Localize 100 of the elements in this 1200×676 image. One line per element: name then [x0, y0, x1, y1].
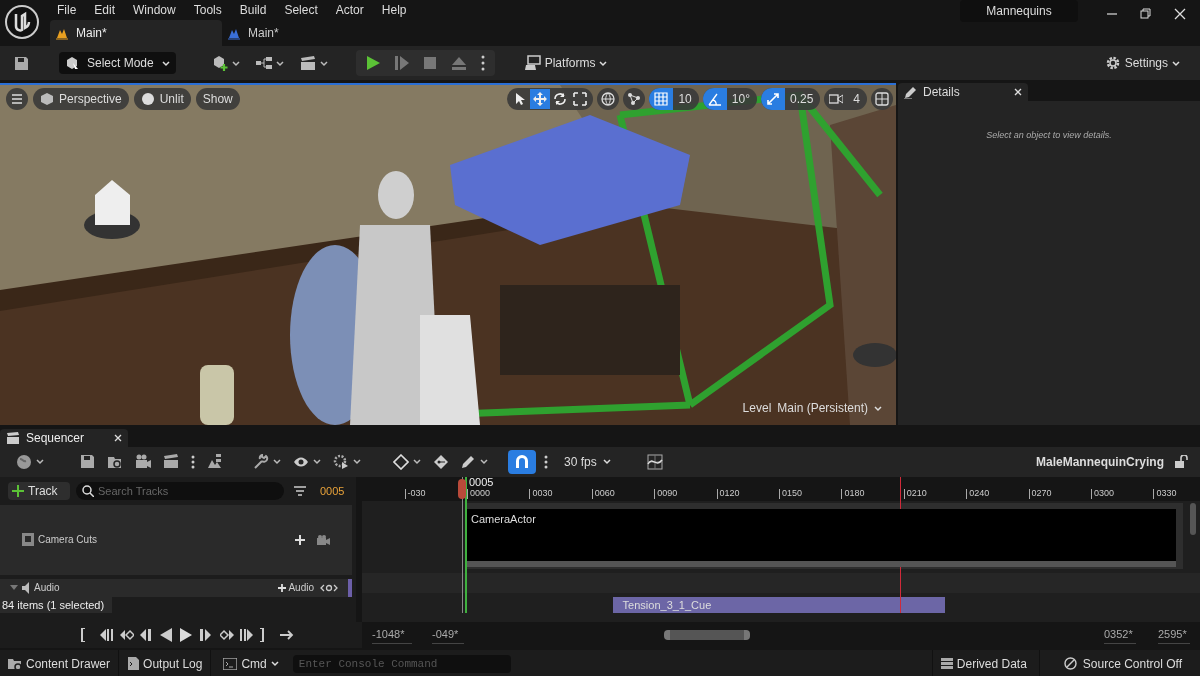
snap-toggle[interactable]: 10 [649, 88, 699, 110]
horizontal-scrollbar[interactable] [664, 630, 750, 640]
step-forward-icon[interactable] [200, 628, 214, 642]
angle-icon [707, 92, 722, 106]
menu-item[interactable]: Actor [335, 1, 364, 19]
viewport-option-button[interactable]: Unlit [133, 88, 191, 110]
pencil-icon [904, 85, 917, 99]
content-drawer-button[interactable]: Content Drawer [0, 650, 120, 676]
snap-toggle[interactable]: 10° [702, 88, 757, 110]
range-field[interactable]: -049* [432, 626, 464, 644]
menu-item[interactable]: Tools [193, 1, 222, 19]
scale-icon [573, 92, 588, 106]
close-icon[interactable] [1174, 8, 1186, 20]
derived-data-button[interactable]: Derived Data [931, 650, 1040, 676]
empty-message: Select an object to view details. [986, 129, 1112, 141]
gear-play-icon [333, 453, 349, 470]
scrollbar-thumb[interactable] [1190, 502, 1196, 535]
play-icon[interactable] [180, 628, 194, 642]
viewport-option-button[interactable]: Perspective [33, 88, 129, 110]
settings-dropdown[interactable]: Settings [1100, 51, 1184, 75]
caret-icon [273, 458, 281, 466]
clapperboard-icon [6, 431, 20, 445]
scale-arrow-icon [765, 92, 780, 106]
ruler-label: 0330 [1156, 486, 1177, 499]
editor-tab[interactable]: Main* [222, 20, 394, 46]
add-audio-button[interactable]: Audio [278, 580, 314, 596]
hierarchy-icon [207, 454, 222, 470]
unlocked-icon[interactable] [1174, 454, 1188, 469]
camera-cut-section[interactable]: CameraActor [467, 508, 1177, 567]
plus-icon[interactable] [295, 534, 305, 545]
menu-item[interactable]: Build [239, 1, 267, 19]
menu-item[interactable]: Window [133, 1, 176, 19]
menu-item[interactable]: Help [381, 1, 407, 19]
playhead-handle[interactable] [458, 478, 466, 499]
select-mode-dropdown[interactable]: Select Mode [59, 52, 176, 74]
ruler-label: 0030 [532, 486, 553, 499]
track-row[interactable]: Audio Audio [0, 578, 352, 597]
clapperboard-icon [163, 454, 179, 470]
console-input[interactable]: Enter Console Command [292, 654, 511, 673]
filter-icon[interactable] [294, 485, 306, 496]
output-log-button[interactable]: Output Log [119, 650, 212, 676]
step-back-icon[interactable] [140, 628, 154, 642]
close-icon[interactable] [114, 434, 122, 442]
blueprint-icon [255, 56, 272, 70]
range-field[interactable]: -1048* [372, 626, 412, 644]
key-navigation-icon[interactable] [320, 583, 338, 592]
snap-toggle[interactable] [508, 449, 536, 474]
caret-icon [599, 59, 608, 67]
level-dropdown[interactable]: Main (Persistent) [777, 399, 882, 417]
add-track-button[interactable]: Track [8, 481, 70, 500]
viewport-option-button[interactable]: Show [195, 88, 240, 110]
terminal-icon [223, 657, 238, 670]
caret-icon [275, 59, 284, 67]
jump-back-icon[interactable] [100, 628, 114, 642]
ruler-label: 0000 [470, 486, 491, 499]
database-icon [940, 658, 953, 669]
track-name: Camera Cuts [38, 533, 98, 548]
menu-item[interactable]: Select [284, 1, 318, 19]
key-icon [433, 453, 449, 470]
circle-icon [140, 92, 155, 106]
caret-icon [1172, 59, 1180, 67]
track-row[interactable]: Camera Cuts [0, 504, 352, 575]
close-icon[interactable] [1014, 88, 1022, 96]
video-camera-icon [829, 92, 844, 106]
source-control-button[interactable]: Source Control Off [1053, 650, 1192, 676]
search-field[interactable]: Search Tracks [76, 481, 284, 500]
current-frame: 0005 [320, 482, 345, 500]
jump-forward-icon[interactable] [240, 628, 254, 642]
restore-icon[interactable] [1140, 8, 1152, 20]
expand-triangle-icon[interactable] [10, 585, 18, 591]
caret-icon [270, 660, 279, 667]
cube-cursor-icon [65, 56, 79, 70]
search-icon [82, 484, 94, 497]
move-arrows-icon [533, 92, 548, 106]
range-field[interactable]: 0352* [1104, 626, 1136, 644]
caret-icon [36, 458, 44, 466]
range-field[interactable]: 2595* [1158, 626, 1190, 644]
caret-icon [602, 458, 611, 466]
next-key-icon[interactable] [220, 628, 234, 642]
grid-icon [654, 92, 669, 106]
stop-icon [422, 56, 437, 70]
previous-key-icon[interactable] [120, 628, 134, 642]
snap-toggle[interactable]: 0.25 [760, 88, 821, 110]
cmd-dropdown[interactable]: Cmd [215, 650, 287, 676]
snap-toggle[interactable]: 4 [824, 88, 867, 110]
camera-icon[interactable] [317, 534, 330, 545]
editor-tab[interactable]: Main* [50, 20, 222, 46]
more-options-icon [191, 454, 195, 469]
ruler-label: 0120 [719, 486, 740, 499]
ruler-label: 0210 [906, 486, 927, 499]
menu-item[interactable]: Edit [94, 1, 116, 19]
reverse-play-icon[interactable] [160, 628, 174, 642]
ruler-label: 0060 [594, 486, 615, 499]
frame-rate-dropdown[interactable]: 30 fps [556, 449, 619, 474]
audio-section[interactable]: Tension_3_1_Cue [612, 596, 946, 613]
platforms-dropdown[interactable]: Platforms [520, 51, 612, 75]
plus-icon [12, 484, 24, 497]
transform-tool-button[interactable] [530, 89, 551, 109]
dots-network-icon [627, 92, 642, 106]
menu-item[interactable]: File [57, 1, 77, 19]
